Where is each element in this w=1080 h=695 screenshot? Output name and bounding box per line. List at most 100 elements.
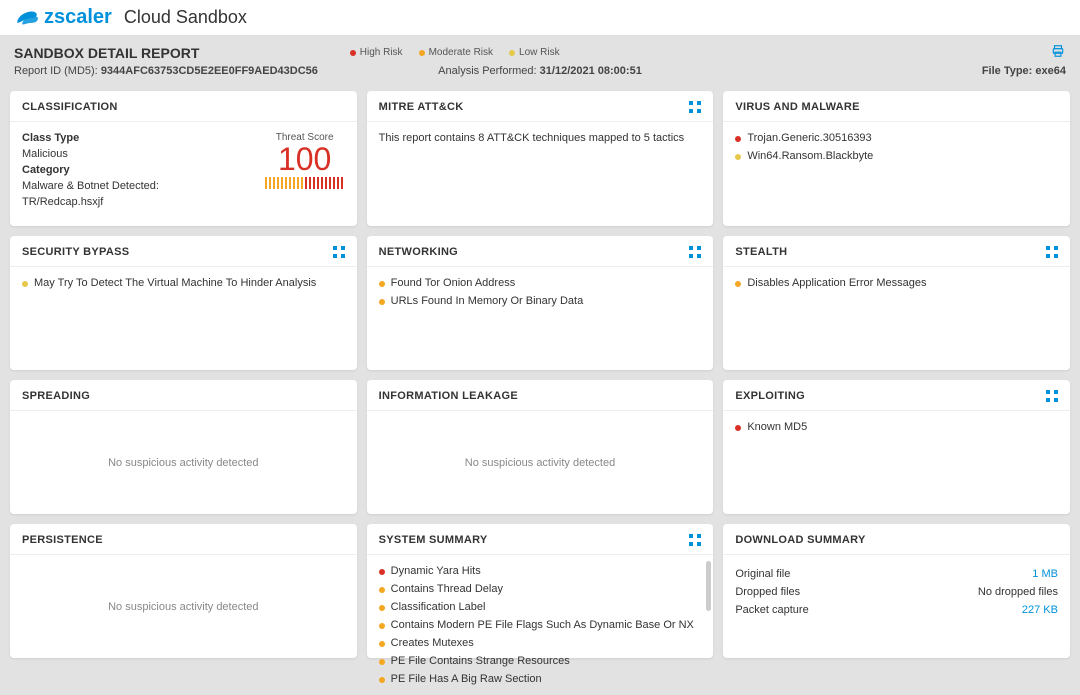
list-item: Found Tor Onion Address (379, 277, 702, 289)
brand-name: zscaler (44, 6, 112, 29)
list-item: May Try To Detect The Virtual Machine To… (22, 277, 345, 289)
list-item-text: URLs Found In Memory Or Binary Data (391, 295, 584, 307)
file-type: File Type: exe64 (982, 65, 1066, 77)
download-row: Dropped files No dropped files (735, 583, 1058, 601)
list-item-text: Disables Application Error Messages (747, 277, 926, 289)
risk-dot-icon (379, 605, 385, 611)
card-title: SECURITY BYPASS (22, 246, 129, 258)
card-security-bypass: SECURITY BYPASS May Try To Detect The Vi… (10, 236, 357, 370)
networking-list: Found Tor Onion Address URLs Found In Mem… (379, 277, 702, 307)
card-classification: CLASSIFICATION Class Type Malicious Cate… (10, 91, 357, 226)
legend-moderate: Moderate Risk (419, 47, 493, 58)
list-item-text: Trojan.Generic.30516393 (747, 132, 871, 144)
download-link[interactable]: 227 KB (1022, 604, 1058, 616)
category-value: Malware & Botnet Detected: (22, 180, 159, 192)
card-title: PERSISTENCE (22, 534, 103, 546)
topbar: zscaler Cloud Sandbox (0, 0, 1080, 36)
threat-gauge-icon (265, 177, 345, 189)
list-item-text: May Try To Detect The Virtual Machine To… (34, 277, 316, 289)
download-row: Original file 1 MB (735, 565, 1058, 583)
list-item-text: Classification Label (391, 601, 486, 613)
page-title: SANDBOX DETAIL REPORT (14, 45, 199, 61)
card-exploiting: EXPLOITING Known MD5 (723, 380, 1070, 514)
card-system-summary: SYSTEM SUMMARY Dynamic Yara Hits Contains… (367, 524, 714, 658)
expand-icon[interactable] (1046, 390, 1058, 402)
list-item: Trojan.Generic.30516393 (735, 132, 1058, 144)
card-title: STEALTH (735, 246, 787, 258)
card-grid: CLASSIFICATION Class Type Malicious Cate… (0, 87, 1080, 668)
card-title: INFORMATION LEAKAGE (379, 390, 518, 402)
expand-icon[interactable] (333, 246, 345, 258)
risk-dot-icon (379, 641, 385, 647)
list-item-text: Contains Modern PE File Flags Such As Dy… (391, 619, 694, 631)
list-item: Known MD5 (735, 421, 1058, 433)
risk-dot-icon (379, 569, 385, 575)
scrollbar[interactable] (706, 561, 711, 611)
legend-low: Low Risk (509, 47, 560, 58)
mitre-text: This report contains 8 ATT&CK techniques… (379, 132, 685, 144)
list-item: Dynamic Yara Hits (379, 565, 702, 577)
card-download-summary: DOWNLOAD SUMMARY Original file 1 MB Drop… (723, 524, 1070, 658)
bypass-list: May Try To Detect The Virtual Machine To… (22, 277, 345, 289)
card-mitre: MITRE ATT&CK This report contains 8 ATT&… (367, 91, 714, 226)
risk-dot-icon (22, 281, 28, 287)
expand-icon[interactable] (689, 101, 701, 113)
system-list: Dynamic Yara Hits Contains Thread Delay Cl… (379, 565, 702, 685)
list-item-text: Contains Thread Delay (391, 583, 503, 595)
list-item-text: Found Tor Onion Address (391, 277, 516, 289)
card-title: SYSTEM SUMMARY (379, 534, 488, 546)
card-title: NETWORKING (379, 246, 458, 258)
card-virus: VIRUS AND MALWARE Trojan.Generic.3051639… (723, 91, 1070, 226)
expand-icon[interactable] (689, 246, 701, 258)
virus-list: Trojan.Generic.30516393 Win64.Ransom.Blac… (735, 132, 1058, 162)
risk-dot-icon (379, 659, 385, 665)
list-item: Disables Application Error Messages (735, 277, 1058, 289)
legend-high: High Risk (350, 47, 403, 58)
card-title: MITRE ATT&CK (379, 101, 464, 113)
app-title: Cloud Sandbox (124, 7, 247, 28)
expand-icon[interactable] (1046, 246, 1058, 258)
analysis-time: Analysis Performed: 31/12/2021 08:00:51 (438, 65, 642, 77)
list-item-text: Win64.Ransom.Blackbyte (747, 150, 873, 162)
card-title: SPREADING (22, 390, 90, 402)
stealth-list: Disables Application Error Messages (735, 277, 1058, 289)
download-value: No dropped files (978, 586, 1058, 598)
print-icon[interactable] (1050, 44, 1066, 61)
card-persistence: PERSISTENCE No suspicious activity detec… (10, 524, 357, 658)
card-title: EXPLOITING (735, 390, 805, 402)
list-item: PE File Has A Big Raw Section (379, 673, 702, 685)
list-item-text: PE File Has A Big Raw Section (391, 673, 542, 685)
risk-dot-icon (379, 587, 385, 593)
card-stealth: STEALTH Disables Application Error Messa… (723, 236, 1070, 370)
list-item-text: Dynamic Yara Hits (391, 565, 481, 577)
download-link[interactable]: 1 MB (1032, 568, 1058, 580)
brand-logo: zscaler (14, 6, 112, 29)
list-item-text: Creates Mutexes (391, 637, 474, 649)
threat-score: Threat Score 100 (265, 132, 345, 216)
risk-dot-icon (379, 281, 385, 287)
risk-dot-icon (735, 154, 741, 160)
class-type-value: Malicious (22, 148, 159, 160)
exploiting-list: Known MD5 (735, 421, 1058, 433)
list-item-text: PE File Contains Strange Resources (391, 655, 570, 667)
no-activity-text: No suspicious activity detected (108, 457, 258, 469)
risk-dot-icon (379, 299, 385, 305)
subheader: SANDBOX DETAIL REPORT High Risk Moderate… (0, 36, 1080, 87)
download-body: Original file 1 MB Dropped files No drop… (723, 555, 1070, 658)
list-item-text: Known MD5 (747, 421, 807, 433)
card-title: CLASSIFICATION (22, 101, 118, 113)
list-item: URLs Found In Memory Or Binary Data (379, 295, 702, 307)
no-activity-text: No suspicious activity detected (465, 457, 615, 469)
risk-dot-icon (379, 677, 385, 683)
expand-icon[interactable] (689, 534, 701, 546)
detection-value: TR/Redcap.hsxjf (22, 196, 159, 208)
list-item: Contains Thread Delay (379, 583, 702, 595)
list-item: Creates Mutexes (379, 637, 702, 649)
card-spreading: SPREADING No suspicious activity detecte… (10, 380, 357, 514)
card-info-leakage: INFORMATION LEAKAGE No suspicious activi… (367, 380, 714, 514)
risk-dot-icon (735, 136, 741, 142)
risk-dot-icon (379, 623, 385, 629)
download-row: Packet capture 227 KB (735, 601, 1058, 619)
report-id: Report ID (MD5): 9344AFC63753CD5E2EE0FF9… (14, 65, 318, 77)
no-activity-text: No suspicious activity detected (108, 601, 258, 613)
